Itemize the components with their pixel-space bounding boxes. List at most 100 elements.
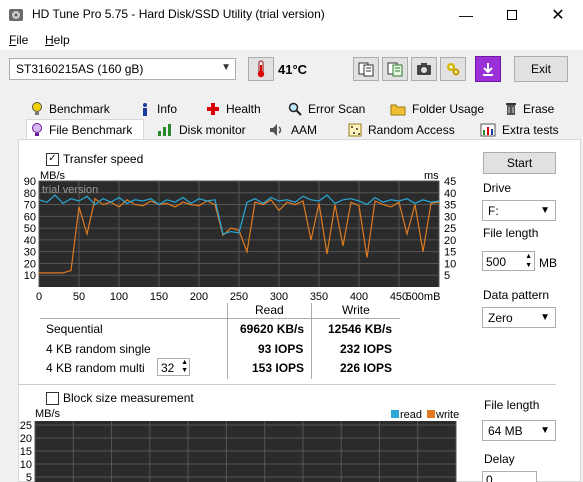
x-tick-label: 0 bbox=[36, 291, 42, 303]
menu-help-rest: elp bbox=[53, 33, 70, 47]
x-tick-label: 100 bbox=[110, 291, 128, 303]
y-left-tick-label: 40 bbox=[24, 235, 36, 247]
title-bar: HD Tune Pro 5.75 - Hard Disk/SSD Utility… bbox=[0, 0, 583, 30]
row-sequential-write: 12546 KB/s bbox=[328, 322, 393, 336]
options-button[interactable] bbox=[440, 57, 466, 81]
block-file-length-combo[interactable]: 64 MB ▼ bbox=[482, 420, 556, 441]
benchmark-icon bbox=[32, 102, 42, 115]
y-right-tick-label: 20 bbox=[444, 235, 456, 247]
transfer-speed-option[interactable]: ✓ Transfer speed bbox=[46, 152, 143, 166]
temperature-button[interactable] bbox=[248, 57, 274, 81]
drive-selector[interactable]: ST3160215AS (160 gB) ▼ bbox=[9, 58, 236, 80]
tab-random-access-label: Random Access bbox=[368, 123, 455, 137]
download-button[interactable] bbox=[475, 56, 501, 82]
block-size-chart: MB/s read write 252015105 bbox=[20, 408, 459, 482]
legend-read-swatch bbox=[391, 410, 399, 418]
minimize-button[interactable]: — bbox=[443, 0, 489, 30]
tab-folder-usage-label: Folder Usage bbox=[412, 102, 485, 116]
row-random-single-write: 232 IOPS bbox=[340, 342, 393, 356]
extra-tests-icon bbox=[480, 123, 496, 137]
copy-all-icon bbox=[387, 62, 403, 77]
row-sequential-read: 69620 KB/s bbox=[240, 322, 305, 336]
tab-benchmark[interactable]: Benchmark bbox=[27, 99, 110, 119]
y-right-unit-label: ms bbox=[424, 170, 439, 182]
tab-aam-label: AAM bbox=[291, 123, 318, 137]
y-left-unit-label: MB/s bbox=[40, 170, 66, 182]
tab-random-access[interactable]: Random Access bbox=[344, 120, 455, 140]
exit-button[interactable]: Exit bbox=[514, 56, 568, 82]
tab-error-scan[interactable]: Error Scan bbox=[284, 99, 365, 119]
y-right-tick-labels: 51015202530354045 bbox=[444, 176, 456, 282]
tab-info-label: Info bbox=[157, 102, 178, 116]
chevron-down-icon: ▼ bbox=[540, 205, 550, 216]
trial-watermark: trial version bbox=[42, 184, 98, 196]
spinner-down-icon[interactable]: ▼ bbox=[181, 367, 188, 375]
menu-file-rest: ile bbox=[16, 33, 29, 47]
file-length-value: 500 bbox=[486, 255, 507, 269]
close-button[interactable]: ✕ bbox=[535, 0, 581, 30]
block-y-tick-label: 10 bbox=[20, 459, 32, 471]
block-size-option[interactable]: Block size measurement bbox=[46, 391, 194, 405]
copy-all-button[interactable] bbox=[382, 57, 408, 81]
tab-disk-monitor-label: Disk monitor bbox=[179, 123, 246, 137]
block-size-checkbox[interactable] bbox=[46, 391, 59, 405]
window-title: HD Tune Pro 5.75 - Hard Disk/SSD Utility… bbox=[32, 7, 325, 21]
delay-value: 0 bbox=[486, 473, 493, 482]
copy-text-button[interactable] bbox=[353, 57, 379, 81]
speaker-icon bbox=[270, 124, 282, 136]
tab-extra-tests-label: Extra tests bbox=[502, 123, 559, 137]
tab-disk-monitor[interactable]: Disk monitor bbox=[153, 120, 246, 140]
spinner-up-icon[interactable]: ▲ bbox=[181, 359, 188, 367]
queue-depth-spinner[interactable]: 32 ▲ ▼ bbox=[157, 358, 190, 376]
tab-aam[interactable]: AAM bbox=[265, 120, 317, 140]
col-read-header: Read bbox=[255, 303, 284, 317]
menu-file[interactable]: File bbox=[9, 33, 28, 47]
copy-icon bbox=[358, 62, 374, 77]
row-random-multi-write: 226 IOPS bbox=[340, 361, 393, 375]
tab-info[interactable]: Info bbox=[135, 99, 177, 119]
y-left-tick-label: 70 bbox=[24, 200, 36, 212]
tab-health[interactable]: Health bbox=[202, 99, 261, 119]
file-benchmark-icon bbox=[32, 123, 42, 136]
tab-folder-usage[interactable]: Folder Usage bbox=[386, 99, 484, 119]
block-chart-y-tick-labels: 252015105 bbox=[20, 420, 32, 482]
drive-combo[interactable]: F: ▼ bbox=[482, 200, 556, 221]
y-left-tick-label: 20 bbox=[24, 258, 36, 270]
y-left-tick-label: 10 bbox=[24, 270, 36, 282]
tab-benchmark-label: Benchmark bbox=[49, 102, 110, 116]
tab-file-benchmark[interactable]: File Benchmark bbox=[26, 119, 144, 140]
tab-file-benchmark-label: File Benchmark bbox=[49, 123, 133, 137]
delay-spinner[interactable]: 0 bbox=[482, 471, 537, 482]
screenshot-button[interactable] bbox=[411, 57, 437, 81]
maximize-button[interactable] bbox=[489, 0, 535, 30]
file-length-spinner[interactable]: 500 ▲ ▼ bbox=[482, 251, 535, 271]
block-chart-y-unit: MB/s bbox=[35, 408, 61, 420]
chevron-down-icon: ▼ bbox=[540, 425, 550, 436]
tab-erase[interactable]: Erase bbox=[501, 99, 554, 119]
options-icon bbox=[447, 63, 460, 76]
x-tick-label: 500mB bbox=[406, 291, 441, 303]
y-right-tick-label: 30 bbox=[444, 211, 456, 223]
tab-extra-tests[interactable]: Extra tests bbox=[476, 120, 559, 140]
x-tick-label: 150 bbox=[150, 291, 168, 303]
hdtune-app-icon bbox=[9, 9, 23, 21]
menu-help[interactable]: Help bbox=[45, 33, 70, 47]
spinner-up-icon[interactable]: ▲ bbox=[525, 252, 532, 261]
block-y-tick-label: 20 bbox=[20, 433, 32, 445]
start-button[interactable]: Start bbox=[483, 152, 556, 174]
row-random-single-label: 4 KB random single bbox=[46, 342, 151, 356]
spinner-down-icon[interactable]: ▼ bbox=[525, 261, 532, 270]
chevron-down-icon: ▼ bbox=[540, 312, 550, 323]
results-header-line bbox=[40, 318, 400, 319]
download-arrow-icon bbox=[483, 63, 493, 76]
data-pattern-combo[interactable]: Zero ▼ bbox=[482, 307, 556, 328]
maximize-icon bbox=[507, 10, 517, 20]
chevron-down-icon: ▼ bbox=[221, 62, 231, 73]
x-tick-label: 350 bbox=[310, 291, 328, 303]
block-file-length-label: File length bbox=[484, 398, 540, 412]
y-right-tick-label: 45 bbox=[444, 176, 456, 188]
results-divider-1 bbox=[227, 303, 228, 379]
transfer-speed-checkbox[interactable]: ✓ bbox=[46, 152, 59, 166]
folder-icon bbox=[390, 104, 406, 116]
y-left-tick-label: 80 bbox=[24, 188, 36, 200]
